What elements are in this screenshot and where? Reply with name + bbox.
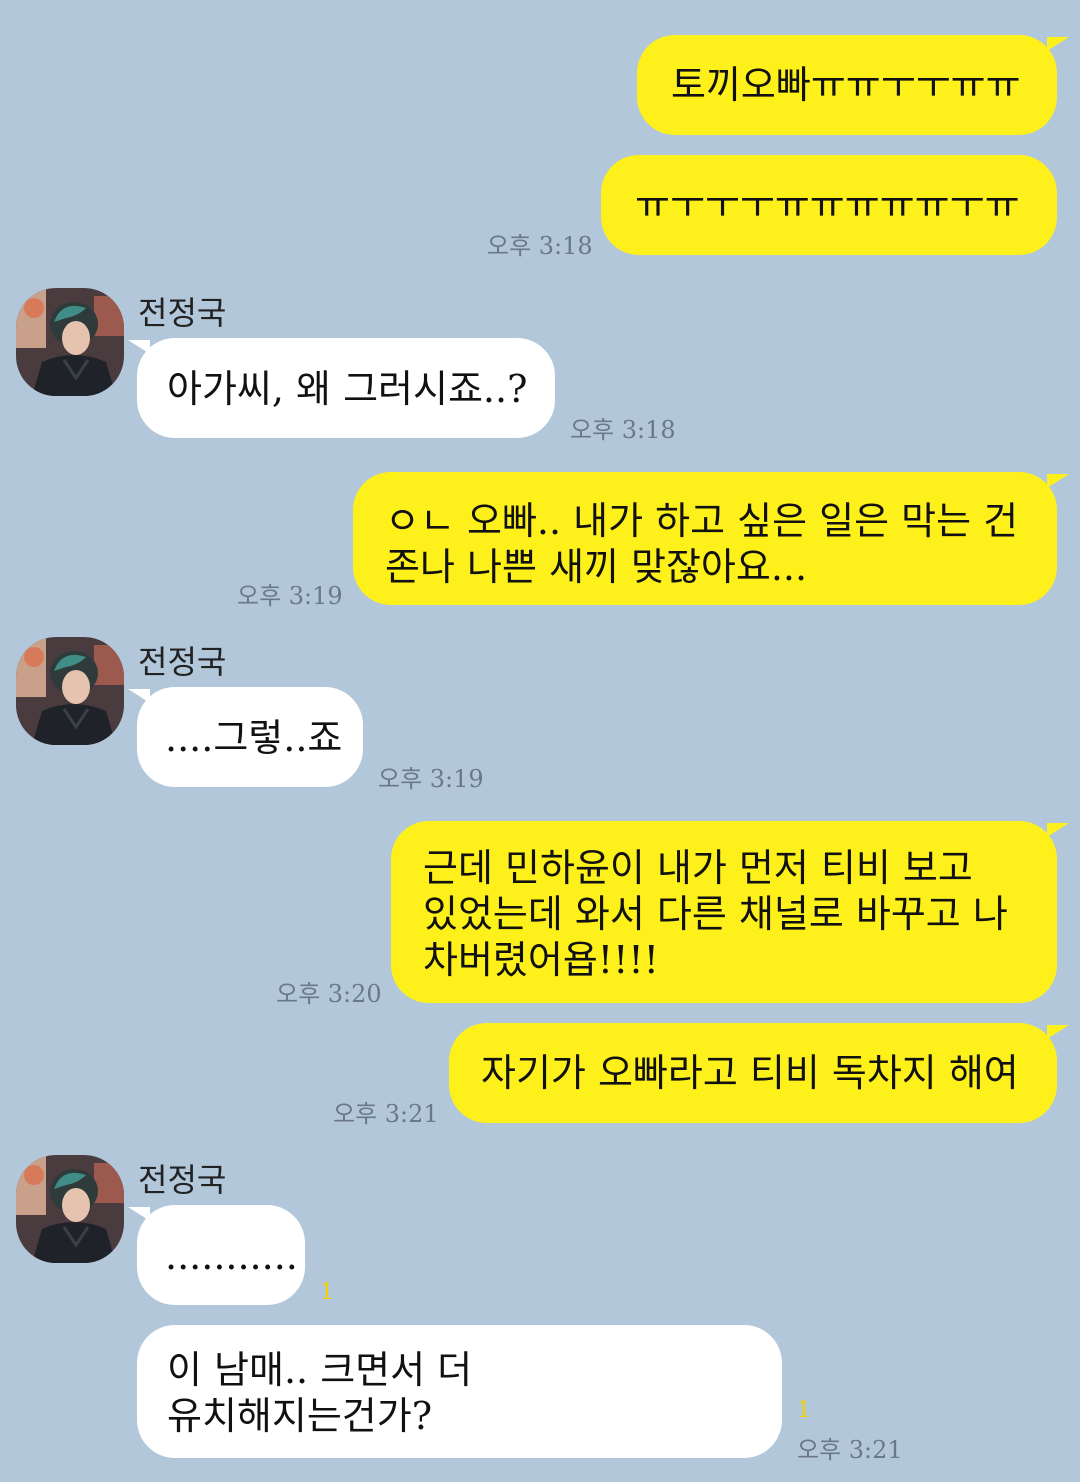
outgoing-message-5[interactable]: 자기가 오빠라고 티비 독차지 해여 (449, 1023, 1057, 1123)
outgoing-tail-5 (1047, 1025, 1069, 1039)
message-time: 오후 3:19 (378, 765, 484, 793)
outgoing-tail-4 (1047, 823, 1069, 837)
incoming-message-2[interactable]: ....그렇..죠 (137, 687, 363, 787)
message-time: 오후 3:18 (487, 232, 593, 260)
outgoing-message-4[interactable]: 근데 민하윤이 내가 먼저 티비 보고 있었는데 와서 다른 채널로 바꾸고 나… (391, 821, 1057, 1003)
profile-photo-icon (16, 1155, 124, 1263)
profile-photo-icon (16, 288, 124, 396)
outgoing-message-2[interactable]: ㅠㅜㅜㅜㅠㅠㅠㅠㅠㅜㅠ (601, 155, 1057, 255)
profile-photo-icon (16, 637, 124, 745)
outgoing-tail-1 (1047, 37, 1069, 51)
sender-avatar[interactable] (16, 637, 124, 745)
message-time: 오후 3:21 (333, 1100, 439, 1128)
unread-count: 1 (320, 1280, 334, 1305)
outgoing-message-3[interactable]: ㅇㄴ 오빠.. 내가 하고 싶은 일은 막는 건 존나 나쁜 새끼 맞잖아요..… (353, 472, 1057, 605)
sender-name: 전정국 (138, 1161, 227, 1199)
incoming-tail-2 (128, 689, 150, 703)
message-time: 오후 3:18 (570, 416, 676, 444)
outgoing-message-1[interactable]: 토끼오빠ㅠㅠㅜㅜㅠㅠ (637, 35, 1057, 135)
sender-avatar[interactable] (16, 1155, 124, 1263)
incoming-tail-1 (128, 340, 150, 354)
sender-name: 전정국 (138, 294, 227, 332)
message-time: 오후 3:20 (276, 980, 382, 1008)
message-time: 오후 3:21 (797, 1436, 903, 1464)
incoming-message-4[interactable]: 이 남매.. 크면서 더 유치해지는건가? (137, 1325, 782, 1458)
sender-name: 전정국 (138, 643, 227, 681)
outgoing-tail-3 (1047, 474, 1069, 488)
message-time: 오후 3:19 (237, 582, 343, 610)
incoming-message-3[interactable]: ........... (137, 1205, 305, 1305)
sender-avatar[interactable] (16, 288, 124, 396)
incoming-tail-3 (128, 1207, 150, 1221)
unread-count: 1 (797, 1398, 811, 1423)
incoming-message-1[interactable]: 아가씨, 왜 그러시죠..? (137, 338, 555, 438)
